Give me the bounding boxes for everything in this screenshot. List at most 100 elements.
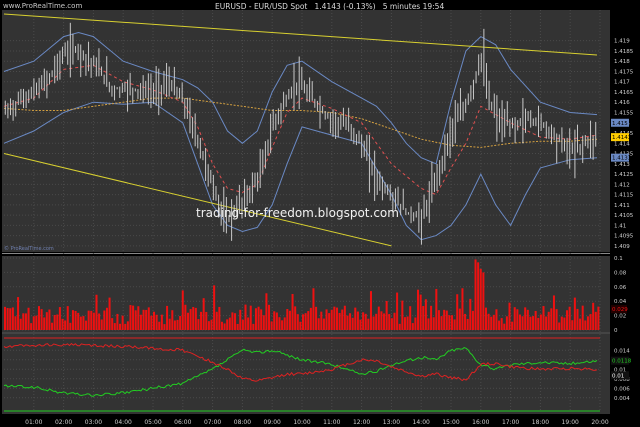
x-tick-label: 09:00: [264, 419, 281, 426]
volume-bar: [516, 309, 519, 330]
volume-bar: [281, 320, 284, 330]
volume-bar: [317, 318, 320, 330]
volume-bar: [521, 316, 524, 330]
volume-bar: [145, 309, 148, 330]
volume-bar: [451, 315, 454, 330]
volume-bar: [278, 317, 281, 330]
volume-bar: [440, 316, 443, 330]
volume-bar: [257, 306, 260, 330]
volume-bar: [200, 311, 203, 330]
volume-bar: [220, 321, 223, 330]
volume-bar: [511, 321, 514, 330]
x-tick-label: 08:00: [234, 419, 251, 426]
volume-bar: [111, 318, 114, 330]
volume-bar: [437, 310, 440, 330]
volume-bar: [325, 309, 328, 330]
price-tick-label: 1.4165: [614, 90, 634, 96]
x-tick-label: 02:00: [55, 419, 72, 426]
volume-bar: [166, 305, 169, 330]
volume-bar: [61, 318, 64, 330]
volume-bar: [401, 300, 404, 330]
volume-bar: [560, 316, 563, 330]
volume-bar: [192, 307, 195, 330]
x-tick-label: 11:00: [323, 419, 340, 426]
indicator-tick-label: 0.004: [614, 396, 630, 402]
volume-tick-label: 0: [614, 328, 618, 334]
volume-bar: [466, 318, 469, 330]
volume-bar: [558, 322, 561, 330]
volume-bar: [354, 307, 357, 330]
price-tick-label: 1.413: [614, 162, 630, 168]
volume-bar: [581, 305, 584, 330]
volume-bar: [286, 308, 289, 330]
volume-bar: [545, 316, 548, 330]
volume-bar: [283, 317, 286, 330]
volume-bar: [359, 319, 362, 330]
volume-bar: [158, 321, 161, 330]
price-tick-label: 1.412: [614, 182, 630, 188]
volume-bar: [64, 320, 67, 330]
volume-bar: [95, 294, 98, 330]
volume-bar: [309, 307, 312, 330]
volume-bar: [390, 318, 393, 330]
volume-bar: [453, 319, 456, 330]
volume-bar: [126, 321, 129, 330]
volume-bar: [241, 319, 244, 330]
volume-bar: [492, 314, 495, 330]
x-tick-label: 03:00: [85, 419, 102, 426]
volume-bar: [333, 306, 336, 330]
volume-bar: [171, 310, 174, 330]
x-tick-label: 10:00: [293, 419, 310, 426]
price-tick-label: 1.4175: [614, 69, 634, 75]
volume-bar: [244, 304, 247, 330]
volume-bar: [518, 314, 521, 330]
price-tick-label: 1.4185: [614, 49, 634, 55]
x-tick-label: 20:00: [591, 419, 608, 426]
volume-tick-label: 0.04: [614, 299, 627, 305]
volume-bar: [66, 306, 69, 330]
volume-bar: [375, 313, 378, 330]
volume-bar: [490, 316, 493, 330]
volume-bar: [534, 310, 537, 330]
volume-bar: [210, 319, 213, 330]
volume-bar: [388, 314, 391, 330]
volume-bar: [503, 323, 506, 330]
volume-bar: [537, 317, 540, 330]
volume-bar: [262, 315, 265, 330]
volume-bar: [11, 307, 14, 330]
volume-bar: [32, 316, 35, 330]
volume-bar: [19, 318, 22, 330]
volume-bar: [456, 294, 459, 330]
volume-bar: [539, 314, 542, 330]
volume-bar: [77, 312, 80, 330]
volume-bar: [597, 306, 600, 330]
volume-bar: [445, 310, 448, 330]
volume-bar: [398, 323, 401, 330]
volume-bar: [181, 290, 184, 330]
volume-bar: [207, 321, 210, 330]
volume-bar: [508, 302, 511, 330]
volume-bar: [406, 316, 409, 330]
indicator-tick-label: 0.014: [614, 348, 630, 354]
volume-bar: [100, 319, 103, 330]
volume-bar: [142, 309, 145, 330]
volume-bar: [495, 309, 498, 330]
volume-bar: [168, 318, 171, 330]
price-tick-label: 1.417: [614, 80, 630, 86]
volume-bar: [194, 307, 197, 330]
volume-bar: [542, 306, 545, 330]
x-tick-label: 13:00: [383, 419, 400, 426]
volume-bar: [215, 311, 218, 330]
volume-bar: [568, 306, 571, 330]
volume-bar: [150, 315, 153, 330]
volume-bar: [584, 320, 587, 330]
volume-bar: [139, 314, 142, 330]
x-tick-label: 12:00: [353, 419, 370, 426]
volume-bar: [586, 316, 589, 330]
volume-bar: [176, 319, 179, 330]
volume-bar: [302, 314, 305, 330]
volume-bar: [592, 302, 595, 330]
x-tick-label: 07:00: [204, 419, 221, 426]
volume-bar: [552, 295, 555, 330]
price-marker-label: 1.415: [612, 121, 628, 127]
